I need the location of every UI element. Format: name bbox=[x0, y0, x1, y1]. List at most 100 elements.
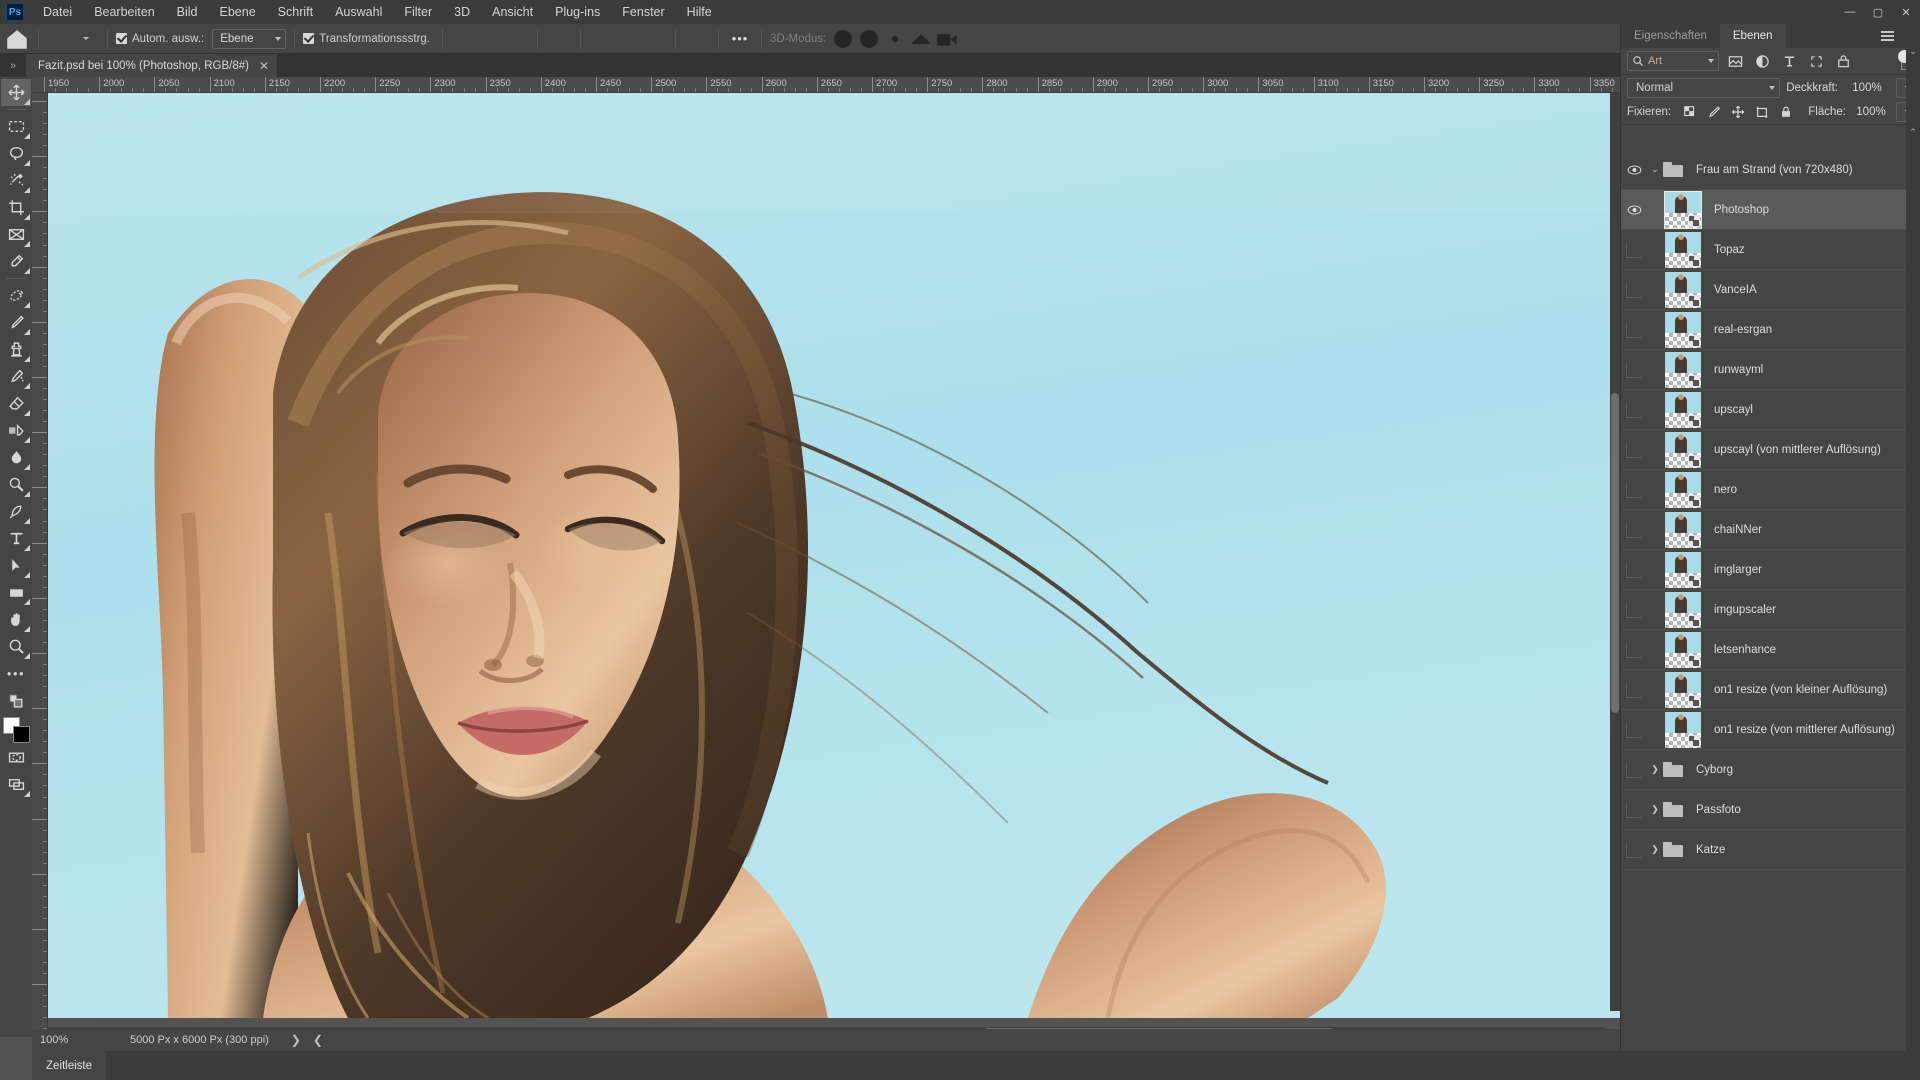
layer-name[interactable]: nero bbox=[1714, 484, 1737, 496]
move-tool[interactable] bbox=[1, 79, 31, 106]
menu-datei[interactable]: Datei bbox=[32, 0, 83, 24]
layer-row[interactable]: Photoshop bbox=[1621, 190, 1920, 230]
color-swatches[interactable] bbox=[1, 716, 31, 744]
chevron-down-icon[interactable]: ⌄ bbox=[1906, 46, 1920, 57]
vertical-scrollbar[interactable] bbox=[1610, 93, 1620, 1011]
layer-visibility-toggle[interactable] bbox=[1621, 150, 1647, 190]
edit-toolbar-button[interactable]: ••• bbox=[1, 660, 31, 687]
home-icon[interactable] bbox=[4, 28, 30, 50]
align-bottom-icon[interactable] bbox=[641, 28, 667, 50]
layer-thumbnail[interactable] bbox=[1665, 511, 1701, 548]
close-button[interactable]: ✕ bbox=[1892, 0, 1920, 24]
layer-thumbnail[interactable] bbox=[1665, 551, 1701, 588]
group-expand-chevron-icon[interactable]: ❯ bbox=[1647, 844, 1663, 855]
zoom-level[interactable]: 100% bbox=[40, 1034, 98, 1046]
adjustment-filter-icon[interactable] bbox=[1752, 51, 1773, 72]
layer-row[interactable]: chaiNNer bbox=[1621, 510, 1920, 550]
layer-visibility-toggle[interactable] bbox=[1621, 590, 1647, 630]
menu-auswahl[interactable]: Auswahl bbox=[324, 0, 393, 24]
scrollbar-thumb[interactable] bbox=[1611, 393, 1619, 713]
lock-all-icon[interactable] bbox=[1775, 102, 1797, 122]
layer-visibility-toggle[interactable] bbox=[1621, 710, 1647, 750]
lock-image-pixels-icon[interactable] bbox=[1703, 102, 1725, 122]
align-center-v-icon[interactable] bbox=[615, 28, 641, 50]
menu-plug-ins[interactable]: Plug-ins bbox=[544, 0, 611, 24]
move-tool-icon[interactable] bbox=[47, 27, 73, 50]
lock-transparent-pixels-icon[interactable] bbox=[1679, 102, 1701, 122]
layer-visibility-toggle[interactable] bbox=[1621, 430, 1647, 470]
layer-visibility-toggle[interactable] bbox=[1621, 470, 1647, 510]
layer-name[interactable]: on1 resize (von mittlerer Auflösung) bbox=[1714, 724, 1895, 736]
layer-visibility-toggle[interactable] bbox=[1621, 830, 1647, 870]
rectangular-marquee-tool[interactable] bbox=[1, 113, 31, 140]
menu-3d[interactable]: 3D bbox=[443, 0, 481, 24]
collapse-panels-icon[interactable]: » bbox=[0, 54, 26, 77]
type-tool[interactable] bbox=[1, 525, 31, 552]
menu-bearbeiten[interactable]: Bearbeiten bbox=[83, 0, 165, 24]
quick-mask-swatch-icon[interactable] bbox=[1, 687, 31, 714]
layer-visibility-toggle[interactable] bbox=[1621, 190, 1647, 230]
dodge-tool[interactable] bbox=[1, 471, 31, 498]
layer-row[interactable]: ❯ Katze bbox=[1621, 830, 1920, 870]
panel-menu-button[interactable] bbox=[1881, 24, 1894, 48]
group-expand-chevron-icon[interactable]: ❯ bbox=[1647, 764, 1663, 775]
vertical-ruler[interactable] bbox=[32, 93, 48, 1037]
layer-thumbnail[interactable] bbox=[1665, 231, 1701, 268]
layer-visibility-toggle[interactable] bbox=[1621, 670, 1647, 710]
frame-tool[interactable] bbox=[1, 221, 31, 248]
layer-name[interactable]: upscayl (von mittlerer Auflösung) bbox=[1714, 444, 1881, 456]
menu-bild[interactable]: Bild bbox=[166, 0, 209, 24]
layer-thumbnail[interactable] bbox=[1665, 591, 1701, 628]
layer-visibility-toggle[interactable] bbox=[1621, 790, 1647, 830]
shape-filter-icon[interactable] bbox=[1806, 51, 1827, 72]
tab-timeline[interactable]: Zeitleiste bbox=[32, 1051, 107, 1080]
layer-name[interactable]: Frau am Strand (von 720x480) bbox=[1696, 164, 1853, 176]
layer-visibility-toggle[interactable] bbox=[1621, 550, 1647, 590]
minimize-button[interactable]: — bbox=[1836, 0, 1864, 24]
layer-row[interactable]: real-esrgan bbox=[1621, 310, 1920, 350]
layer-thumbnail[interactable] bbox=[1665, 351, 1701, 388]
layer-name[interactable]: real-esrgan bbox=[1714, 324, 1772, 336]
eyedropper-tool[interactable] bbox=[1, 248, 31, 275]
tool-preset-chevron-icon[interactable] bbox=[73, 28, 99, 50]
layer-name[interactable]: imgupscaler bbox=[1714, 604, 1776, 616]
layer-visibility-toggle[interactable] bbox=[1621, 270, 1647, 310]
auto-select-scope-dropdown[interactable]: Ebene bbox=[212, 28, 287, 49]
layer-visibility-toggle[interactable] bbox=[1621, 510, 1647, 550]
auto-select-checkbox[interactable] bbox=[116, 33, 127, 44]
background-color-swatch[interactable] bbox=[13, 726, 30, 743]
document-canvas[interactable] bbox=[48, 93, 1620, 1021]
distribute-v-icon[interactable] bbox=[684, 28, 710, 50]
document-size-info[interactable]: 5000 Px x 6000 Px (300 ppi) bbox=[130, 1034, 269, 1046]
layer-name[interactable]: Cyborg bbox=[1696, 764, 1733, 776]
chevron-left-icon[interactable]: ❮ bbox=[313, 1033, 323, 1047]
path-selection-tool[interactable] bbox=[1, 552, 31, 579]
layer-thumbnail[interactable] bbox=[1665, 631, 1701, 668]
menu-schrift[interactable]: Schrift bbox=[267, 0, 324, 24]
layer-thumbnail[interactable] bbox=[1665, 311, 1701, 348]
object-selection-tool[interactable] bbox=[1, 167, 31, 194]
blend-mode-dropdown[interactable]: Normal bbox=[1627, 77, 1781, 98]
menu-fenster[interactable]: Fenster bbox=[611, 0, 675, 24]
chevron-up-icon[interactable]: ⌃ bbox=[1906, 127, 1920, 138]
layer-name[interactable]: runwayml bbox=[1714, 364, 1763, 376]
layer-thumbnail[interactable] bbox=[1665, 671, 1701, 708]
align-center-h-icon[interactable] bbox=[477, 28, 503, 50]
layer-visibility-toggle[interactable] bbox=[1621, 390, 1647, 430]
layer-visibility-toggle[interactable] bbox=[1621, 230, 1647, 270]
layer-name[interactable]: Passfoto bbox=[1696, 804, 1741, 816]
layer-list[interactable]: ⌄ Frau am Strand (von 720x480) Photoshop To… bbox=[1621, 150, 1920, 1005]
smartobject-filter-icon[interactable] bbox=[1833, 51, 1854, 72]
close-icon[interactable]: ✕ bbox=[259, 59, 269, 73]
horizontal-ruler[interactable]: 1950 2000 2050 2100 2150 2200 2250 2300 2350 2400… bbox=[32, 77, 1620, 93]
screen-mode-icon[interactable] bbox=[1, 771, 31, 798]
layer-row[interactable]: letsenhance bbox=[1621, 630, 1920, 670]
layer-name[interactable]: Katze bbox=[1696, 844, 1725, 856]
layer-visibility-toggle[interactable] bbox=[1621, 630, 1647, 670]
zoom-tool[interactable] bbox=[1, 633, 31, 660]
menu-ebene[interactable]: Ebene bbox=[209, 0, 267, 24]
maximize-button[interactable]: ▢ bbox=[1864, 0, 1892, 24]
tab-eigenschaften[interactable]: Eigenschaften bbox=[1621, 24, 1720, 48]
layer-row[interactable]: imgupscaler bbox=[1621, 590, 1920, 630]
group-expand-chevron-icon[interactable]: ❯ bbox=[1647, 804, 1663, 815]
